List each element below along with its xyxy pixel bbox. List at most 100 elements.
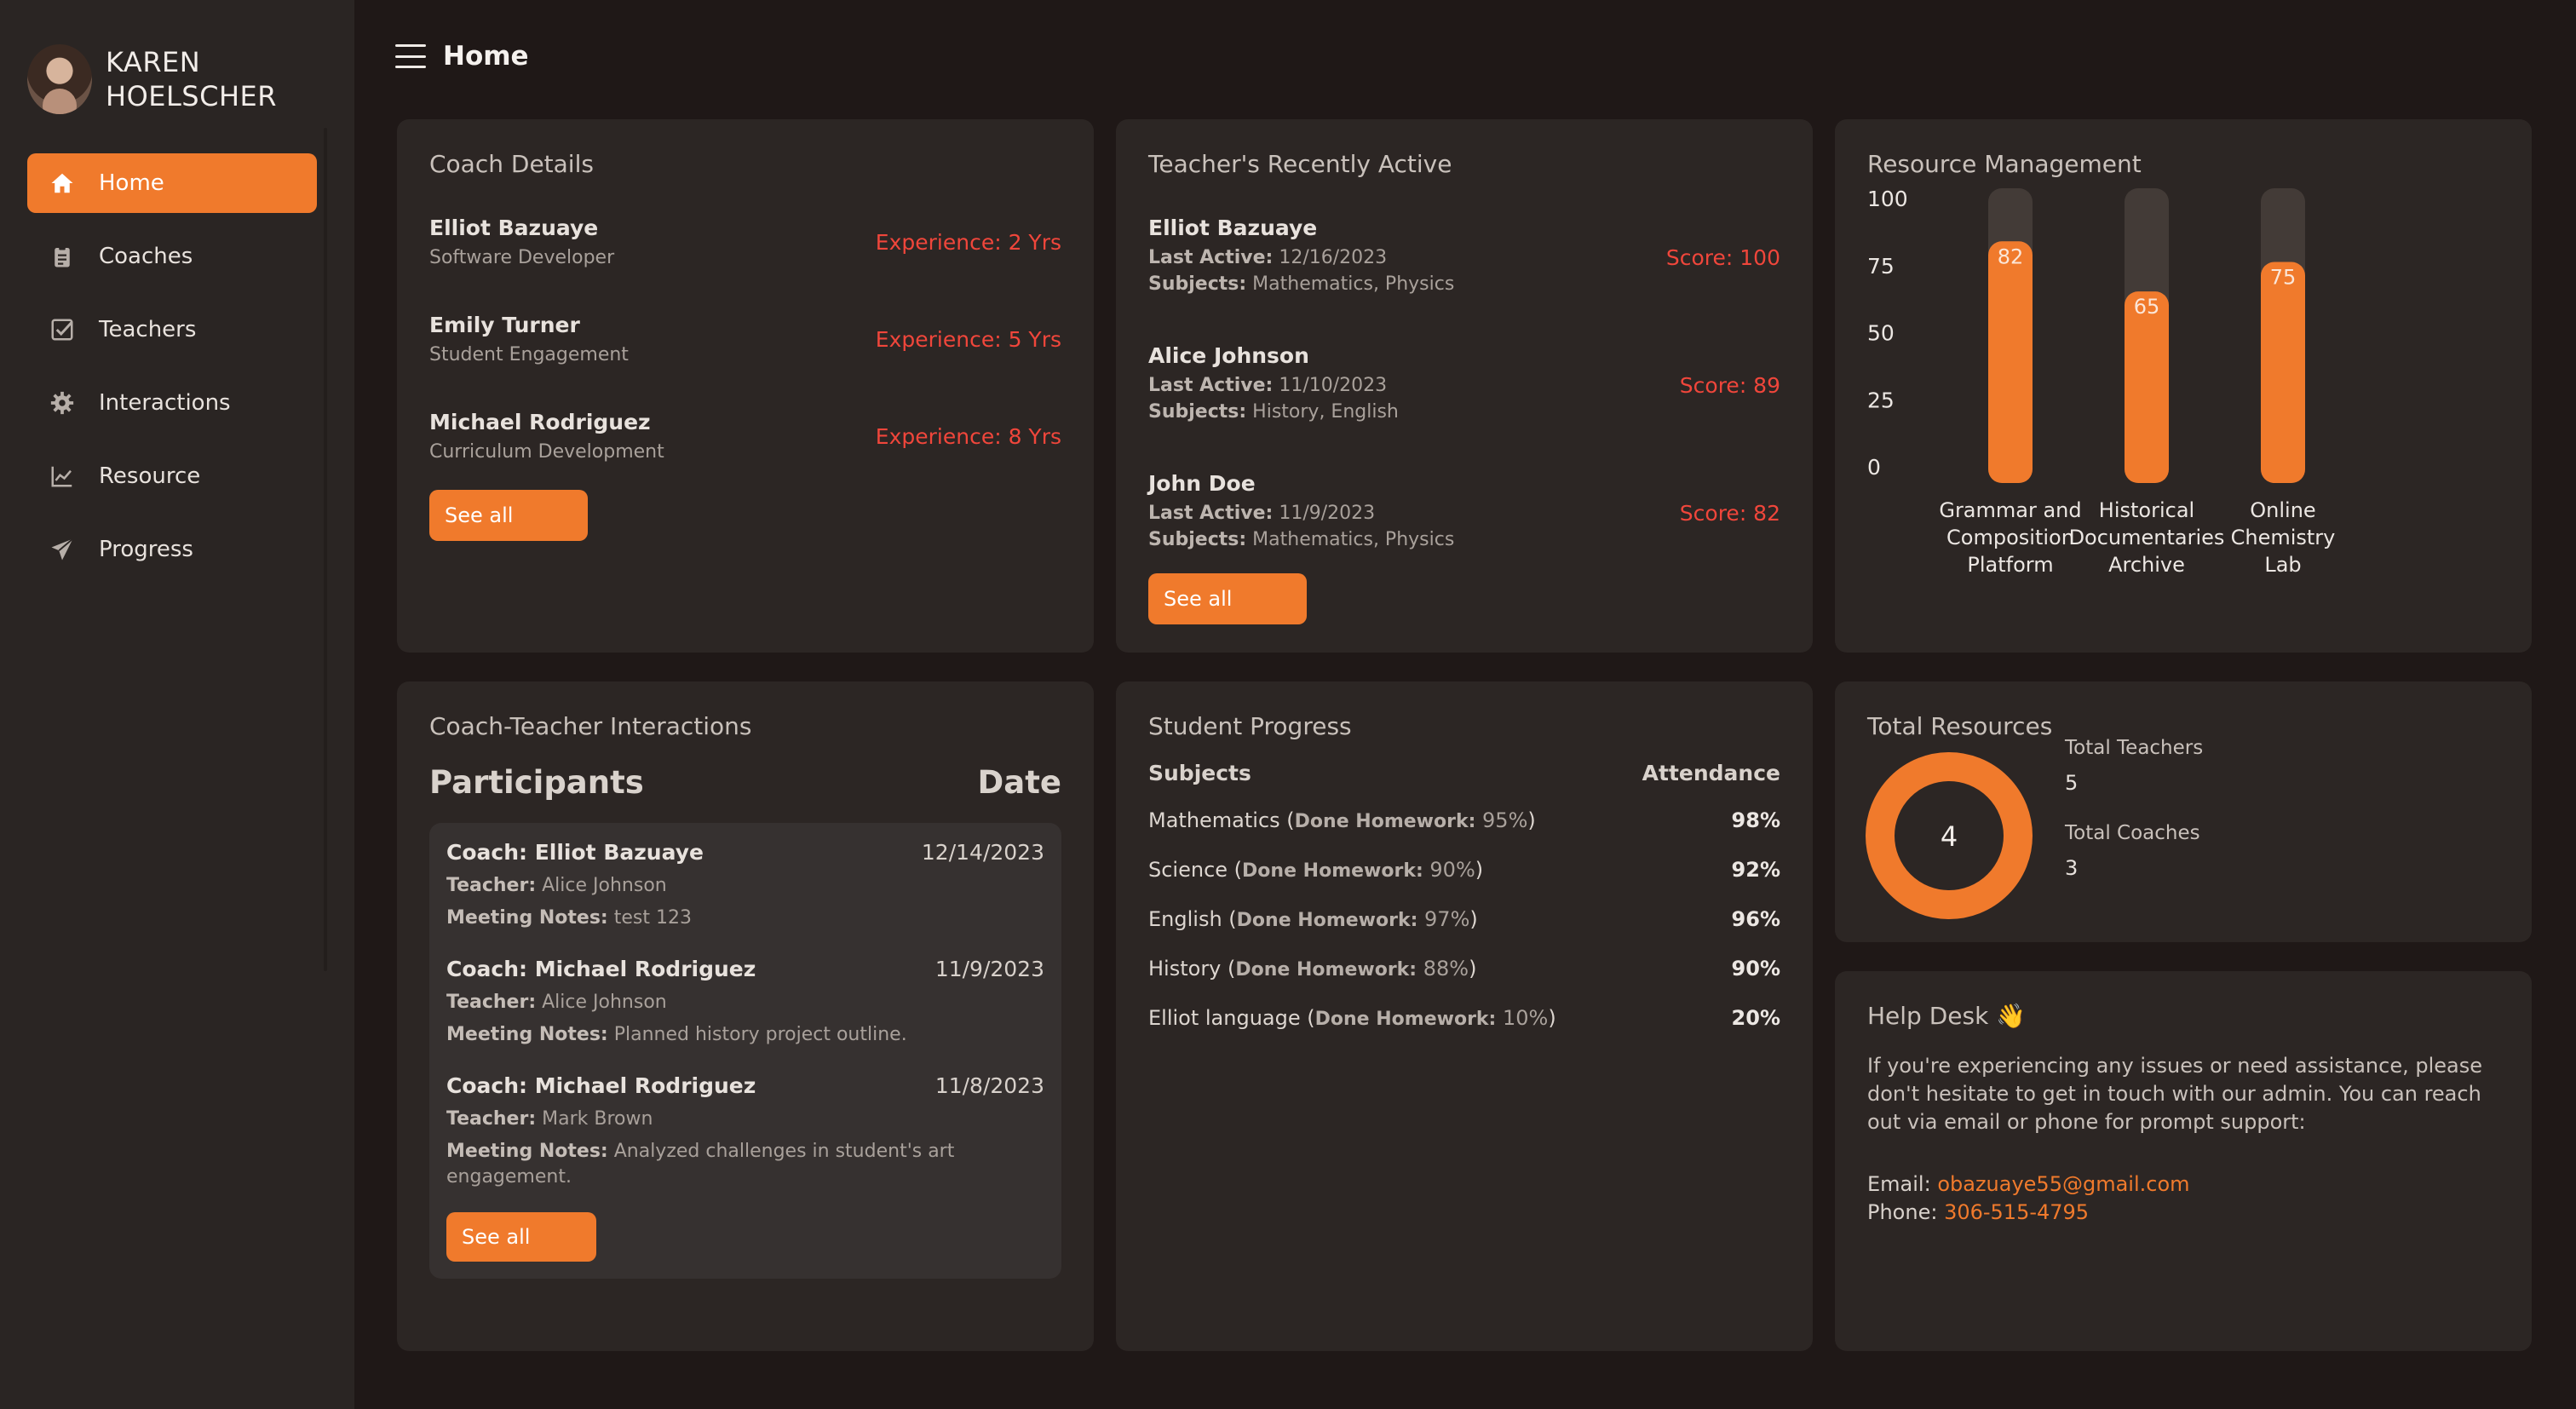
list-item: Coach: Michael Rodriguez 11/9/2023 Teache…: [446, 957, 1044, 1048]
x-tick-label: Archive: [2108, 553, 2185, 577]
teacher-name: Alice Johnson: [542, 875, 667, 896]
donut-total: 4: [1941, 820, 1958, 853]
coach-name: Michael Rodriguez: [429, 410, 651, 434]
sidebar-item-home[interactable]: Home: [27, 153, 317, 213]
coach-experience: Experience: 8 Yrs: [875, 423, 1061, 449]
y-tick-label: 50: [1867, 321, 1895, 346]
x-tick-label: Composition: [1946, 526, 2074, 549]
total-resources-donut: 4: [1866, 752, 2033, 919]
notes-label: Meeting Notes:: [446, 907, 608, 929]
notes-label: Meeting Notes:: [446, 1141, 608, 1162]
help-desk-card: Help Desk 👋 If you're experiencing any i…: [1835, 971, 2532, 1351]
subject-name: Science: [1148, 858, 1228, 882]
gear-icon: [48, 388, 77, 417]
sidebar-nav: Home Coaches Teachers Interactions Resou…: [27, 153, 317, 593]
x-tick-label: Documentaries: [2069, 526, 2225, 549]
x-tick-label: Historical: [2099, 498, 2194, 522]
sidebar-scrollbar[interactable]: [324, 128, 327, 971]
total-teachers-label: Total Teachers: [2065, 737, 2204, 759]
coach-experience: Experience: 2 Yrs: [875, 229, 1061, 255]
line-chart-icon: [48, 462, 77, 491]
email-label: Email:: [1867, 1172, 1938, 1196]
list-item: Coach: Michael Rodriguez 11/8/2023 Teache…: [446, 1073, 1044, 1190]
resource-chart: 100 75 50 25 0 82 Grammar and Composition Platfo…: [1867, 185, 2532, 611]
attendance-value: 90%: [1731, 957, 1780, 981]
total-coaches-value: 3: [2065, 856, 2079, 880]
homework-value: 90%: [1429, 858, 1475, 882]
coach-details-card: Coach Details Elliot Bazuaye Software De…: [397, 119, 1094, 653]
homework-label: Done Homework:: [1242, 860, 1423, 882]
attendance-value: 20%: [1731, 1006, 1780, 1030]
clipboard-icon: [48, 242, 77, 271]
y-tick-label: 25: [1867, 388, 1895, 412]
attendance-value: 98%: [1731, 808, 1780, 832]
homework-label: Done Homework:: [1236, 910, 1418, 931]
meeting-notes: test 123: [613, 907, 692, 929]
homework-value: 95%: [1482, 808, 1528, 832]
subject-name: English: [1148, 907, 1222, 931]
list-item: Coach: Elliot Bazuaye 12/14/2023 Teacher:…: [446, 840, 1044, 931]
subjects-label: Subjects:: [1148, 273, 1247, 295]
phone-link[interactable]: 306-515-4795: [1944, 1200, 2089, 1224]
last-active-label: Last Active:: [1148, 502, 1274, 524]
checkbox-icon: [48, 315, 77, 344]
homework-value: 88%: [1423, 957, 1469, 981]
bar-value-label: 65: [2134, 295, 2160, 319]
bar: [1988, 241, 2033, 483]
sidebar-item-label: Home: [99, 170, 164, 196]
interactions-header: Participants Date: [429, 764, 1061, 801]
list-item: Emily Turner Student Engagement Experien…: [429, 290, 1061, 388]
home-icon: [48, 169, 77, 198]
date-header: Date: [977, 764, 1061, 801]
coach-name: Emily Turner: [429, 313, 580, 337]
email-link[interactable]: obazuaye55@gmail.com: [1937, 1172, 2189, 1196]
teacher-name: Alice Johnson: [1148, 342, 1309, 368]
sidebar-item-label: Progress: [99, 537, 193, 562]
top-header: Home: [395, 41, 529, 72]
subjects: Subjects: Mathematics, Physics: [1148, 273, 1454, 295]
see-all-teachers-button[interactable]: See all: [1148, 573, 1307, 624]
x-tick-label: Chemistry: [2231, 526, 2336, 549]
last-active-label: Last Active:: [1148, 246, 1274, 268]
table-row: Elliot language (Done Homework: 10%) 20%: [1148, 1006, 1780, 1030]
phone-line: Phone: 306-515-4795: [1867, 1199, 2499, 1227]
user-profile[interactable]: KAREN HOELSCHER: [27, 44, 293, 114]
total-resources-summary: 4 Total Teachers 5 Total Coaches 3: [1866, 737, 2499, 921]
sidebar-item-coaches[interactable]: Coaches: [27, 227, 317, 286]
subjects-label: Subjects:: [1148, 400, 1247, 423]
table-row: English (Done Homework: 97%) 96%: [1148, 907, 1780, 931]
resource-chart-svg: 100 75 50 25 0 82 Grammar and Composition Platfo…: [1867, 187, 2336, 577]
card-title: Coach-Teacher Interactions: [429, 712, 752, 740]
user-name: KAREN HOELSCHER: [106, 46, 277, 112]
sidebar-item-label: Teachers: [99, 317, 197, 342]
list-item: Alice Johnson Last Active: 11/10/2023 Su…: [1148, 321, 1780, 449]
see-all-interactions-button[interactable]: See all: [446, 1212, 596, 1262]
homework-value: 97%: [1424, 907, 1470, 931]
see-all-coaches-button[interactable]: See all: [429, 490, 588, 541]
hamburger-menu-icon[interactable]: [395, 44, 426, 68]
sidebar-item-progress[interactable]: Progress: [27, 520, 317, 579]
teacher-name: Elliot Bazuaye: [1148, 215, 1318, 240]
sidebar-item-label: Resource: [99, 463, 201, 489]
coach-role: Software Developer: [429, 247, 615, 268]
last-active: Last Active: 12/16/2023: [1148, 247, 1454, 268]
last-active: Last Active: 11/9/2023: [1148, 503, 1454, 524]
teacher-name: John Doe: [1148, 470, 1256, 496]
last-active-date: 11/10/2023: [1279, 374, 1388, 396]
subjects-value: Mathematics, Physics: [1252, 528, 1455, 550]
sidebar: KAREN HOELSCHER Home Coaches Teachers In…: [0, 0, 354, 1409]
table-row: Mathematics (Done Homework: 95%) 98%: [1148, 808, 1780, 832]
attendance-value: 92%: [1731, 858, 1780, 882]
x-tick-label: Platform: [1967, 553, 2053, 577]
sidebar-item-interactions[interactable]: Interactions: [27, 373, 317, 433]
teacher-label: Teacher:: [446, 875, 537, 896]
card-title: Help Desk 👋: [1867, 1002, 2027, 1030]
coach-name: Coach: Michael Rodriguez: [446, 1073, 756, 1098]
sidebar-item-resource[interactable]: Resource: [27, 446, 317, 506]
last-active-date: 11/9/2023: [1279, 502, 1376, 524]
table-row: History (Done Homework: 88%) 90%: [1148, 957, 1780, 981]
sidebar-item-teachers[interactable]: Teachers: [27, 300, 317, 359]
bar-value-label: 82: [1998, 244, 2024, 268]
homework-label: Done Homework:: [1314, 1009, 1497, 1030]
paper-plane-icon: [48, 535, 77, 564]
